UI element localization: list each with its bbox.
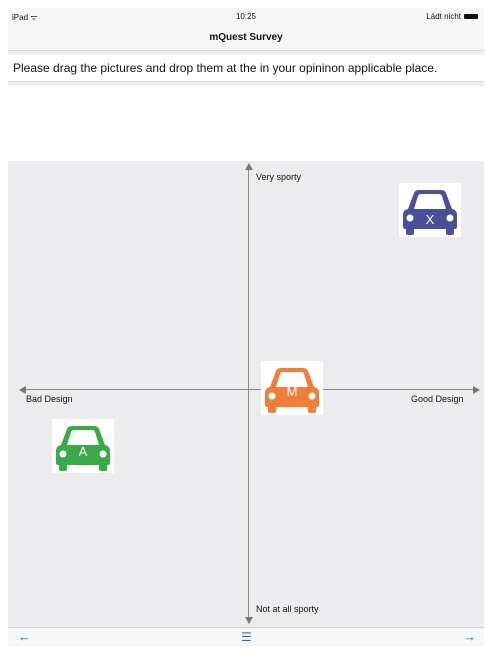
vertical-axis [248, 167, 249, 621]
page-title: mQuest Survey [209, 32, 283, 43]
instruction-text: Please drag the pictures and drop them a… [13, 61, 438, 75]
draggable-car-m[interactable]: M [261, 361, 323, 415]
arrow-down-icon [245, 617, 253, 624]
forward-arrow-icon[interactable]: → [463, 630, 476, 644]
draggable-car-a[interactable]: A [52, 419, 114, 473]
car-icon: A [56, 426, 110, 471]
bottom-toolbar: ← ☰ → [8, 627, 484, 646]
horizontal-axis [24, 389, 474, 390]
axis-label-left: Bad Design [26, 394, 73, 404]
drop-staging-area[interactable] [8, 86, 484, 161]
app-frame: iPad ᯤ 10:25 Lädt nicht mQuest Survey Pl… [8, 8, 484, 646]
status-bar: iPad ᯤ 10:25 Lädt nicht [8, 8, 484, 26]
draggable-car-x[interactable]: X [399, 183, 461, 237]
arrow-right-icon [473, 386, 480, 394]
navigation-bar: mQuest Survey [8, 26, 484, 51]
instruction-panel: Please drag the pictures and drop them a… [8, 55, 484, 82]
car-letter: X [426, 212, 435, 227]
positioning-grid[interactable]: Very sporty Not at all sporty Bad Design… [8, 161, 484, 627]
arrow-up-icon [245, 163, 253, 170]
arrow-left-icon [19, 386, 26, 394]
axis-label-top: Very sporty [256, 172, 302, 182]
axis-label-bottom: Not at all sporty [256, 604, 319, 614]
battery-icon [464, 14, 478, 20]
battery-status: Lädt nicht [426, 12, 478, 21]
battery-status-text: Lädt nicht [426, 12, 461, 21]
car-letter: M [287, 384, 298, 399]
car-icon: M [265, 368, 319, 413]
clock: 10:25 [235, 12, 257, 21]
list-icon[interactable]: ☰ [241, 630, 252, 644]
car-letter: A [79, 444, 88, 459]
back-arrow-icon[interactable]: ← [18, 630, 31, 644]
car-icon: X [403, 190, 457, 235]
axis-label-right: Good Design [411, 394, 464, 404]
